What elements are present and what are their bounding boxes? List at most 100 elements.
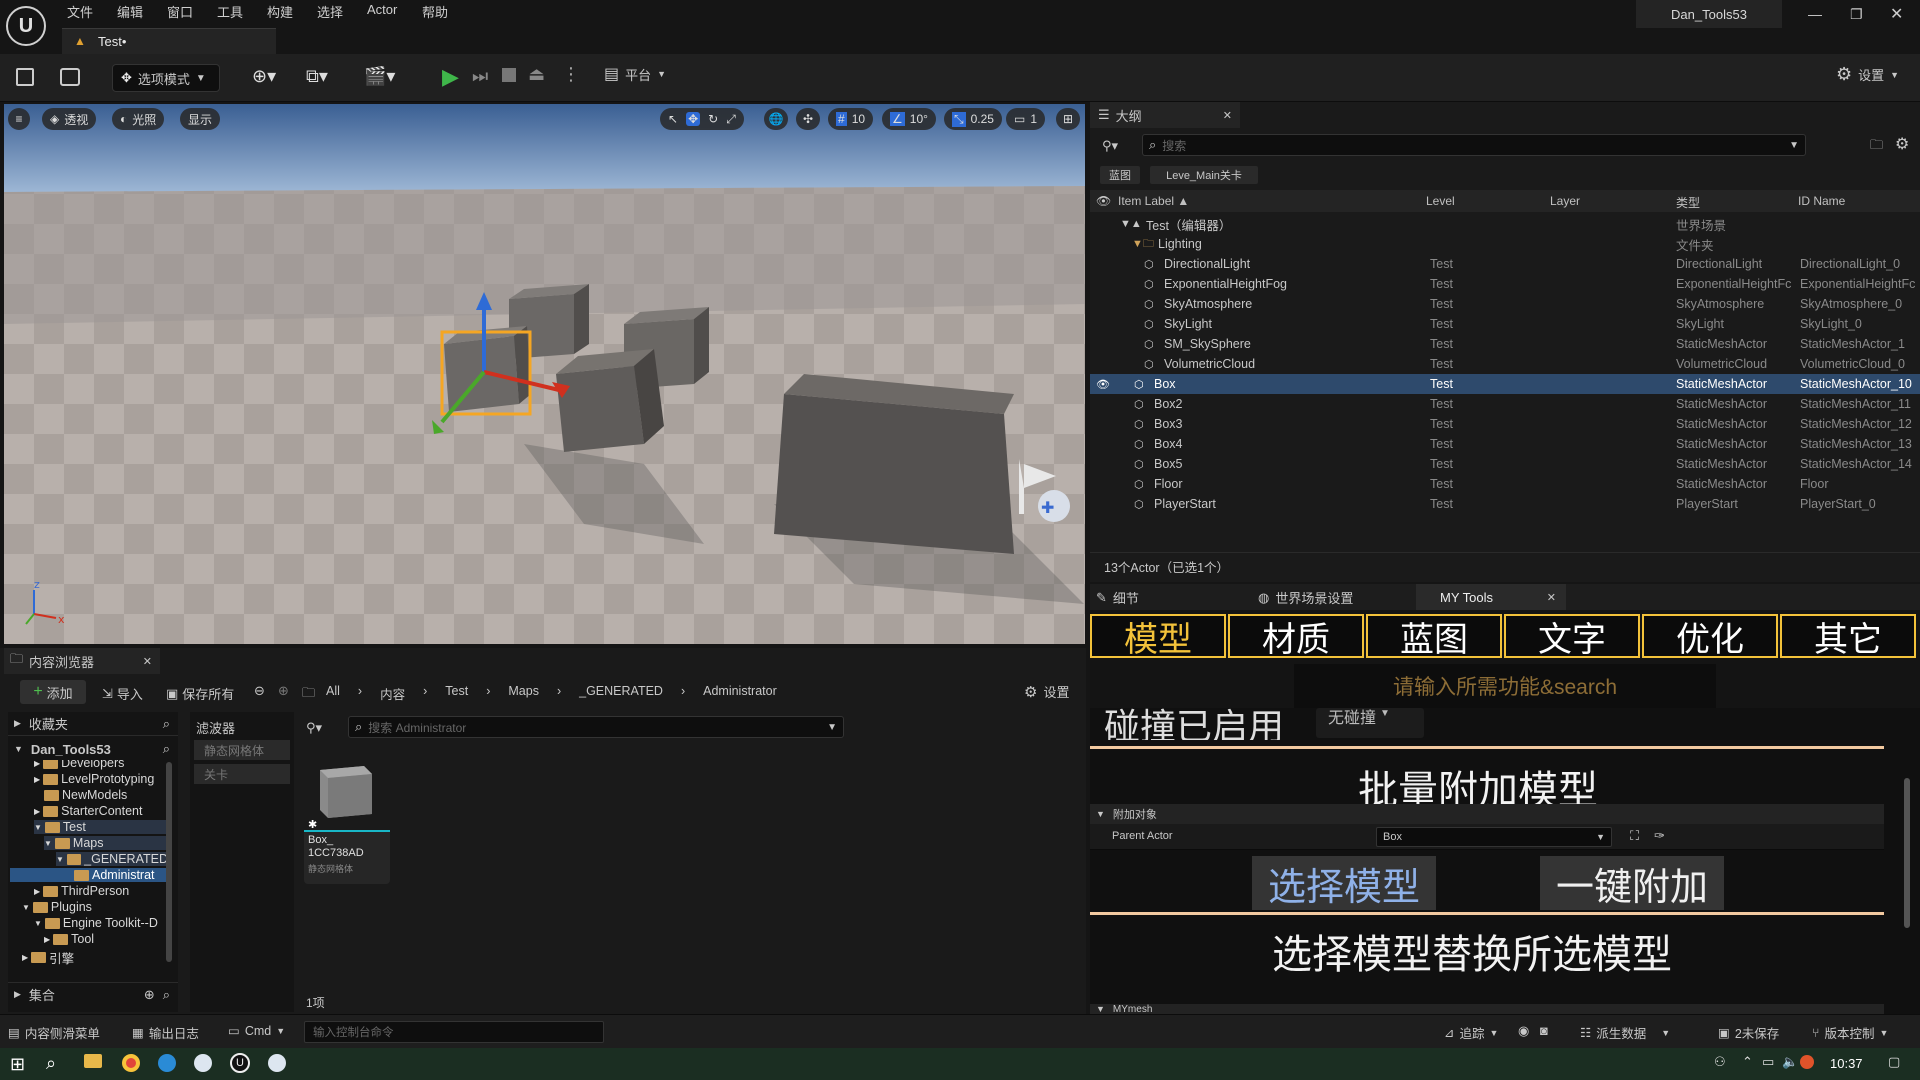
- cinematics-icon[interactable]: 🎬▾: [364, 66, 395, 87]
- search-icon[interactable]: ⌕: [163, 741, 170, 757]
- outliner-row[interactable]: ⬡ Floor Test StaticMeshActor Floor: [1090, 474, 1920, 494]
- version-control-button[interactable]: ⑂ 版本控制 ▼: [1812, 1023, 1888, 1042]
- favorites-header[interactable]: ▶ 收藏夹 ⌕: [8, 712, 178, 736]
- tree-item-levelprototyping[interactable]: ▶ LevelPrototyping: [34, 772, 154, 786]
- more-options-icon[interactable]: ⋮: [562, 64, 580, 85]
- add-actor-icon[interactable]: ⊕▾: [252, 66, 276, 87]
- visibility-icon[interactable]: 👁: [1096, 194, 1111, 208]
- layout-icon[interactable]: ⊞: [1056, 108, 1080, 130]
- select-model-button[interactable]: 选择模型: [1252, 856, 1436, 910]
- tree-item-plugins[interactable]: ▼ Plugins: [22, 900, 92, 914]
- camera-icon[interactable]: ◙: [1540, 1023, 1548, 1038]
- tool-tab-optimize[interactable]: 优化: [1642, 614, 1778, 659]
- collision-dropdown[interactable]: 无碰撞 ▼: [1316, 708, 1424, 738]
- close-icon[interactable]: ✕: [1547, 591, 1556, 604]
- viewport-menu-icon[interactable]: ≡: [8, 108, 30, 130]
- breadcrumb-item[interactable]: All: [326, 684, 340, 703]
- outliner-search[interactable]: ⌕ 搜索 ▼: [1142, 134, 1806, 156]
- console-input[interactable]: 输入控制台命令: [304, 1021, 604, 1043]
- world-space-icon[interactable]: 🌐: [764, 108, 788, 130]
- close-icon[interactable]: ✕: [143, 655, 152, 668]
- outliner-row[interactable]: ⬡ Box5 Test StaticMeshActor StaticMeshActor_…: [1090, 454, 1920, 474]
- menu-select[interactable]: 选择: [317, 2, 343, 21]
- surface-snap-icon[interactable]: ✣: [796, 108, 820, 130]
- app-icon[interactable]: [194, 1054, 212, 1072]
- outliner-search-input[interactable]: 搜索: [1162, 137, 1186, 154]
- restore-icon[interactable]: ❐: [1850, 6, 1863, 23]
- filter-chip-blueprint[interactable]: 蓝图: [1100, 166, 1140, 184]
- tree-item-administrator[interactable]: Administrat: [10, 868, 168, 882]
- outliner-row[interactable]: ⬡ Box2 Test StaticMeshActor StaticMeshActor_…: [1090, 394, 1920, 414]
- asset-tile[interactable]: ✱ Box_ 1CC738AD 静态网格体: [304, 748, 390, 884]
- outliner-row[interactable]: ⬡ SkyAtmosphere Test SkyAtmosphere SkyAtmosp…: [1090, 294, 1920, 314]
- menu-file[interactable]: 文件: [67, 2, 93, 21]
- menu-tools[interactable]: 工具: [217, 2, 243, 21]
- notification-icon[interactable]: ▢: [1888, 1054, 1900, 1070]
- unsaved-button[interactable]: ▣ 2未保存: [1718, 1023, 1779, 1042]
- filter-static-mesh[interactable]: 静态网格体: [194, 740, 290, 760]
- col-id-name[interactable]: ID Name: [1798, 194, 1845, 208]
- tools-scroll-area[interactable]: 碰撞已启用 无碰撞 ▼ 批量附加模型 ▼ 附加对象 Parent Actor B…: [1090, 708, 1920, 1014]
- parent-actor-dropdown[interactable]: Box ▼: [1376, 827, 1612, 847]
- content-browser-tab[interactable]: 🗀 内容浏览器 ✕: [4, 648, 160, 674]
- save-icon[interactable]: [16, 68, 34, 86]
- search-icon[interactable]: ⌕: [163, 987, 170, 1003]
- save-all-button[interactable]: ▣ 保存所有: [166, 684, 234, 703]
- scrollbar[interactable]: [1904, 778, 1910, 928]
- outliner-row[interactable]: ⬡ ExponentialHeightFog Test ExponentialHeig…: [1090, 274, 1920, 294]
- project-root-header[interactable]: ▼ Dan_Tools53 ⌕: [8, 738, 178, 760]
- unreal-logo-icon[interactable]: U: [6, 6, 46, 46]
- tree-item-test[interactable]: ▼ Test: [34, 820, 168, 834]
- scale-snap-button[interactable]: ⤡ 0.25: [944, 108, 1002, 130]
- col-type[interactable]: 类型: [1676, 194, 1700, 211]
- tool-tab-other[interactable]: 其它: [1780, 614, 1916, 659]
- lighting-button[interactable]: ◐ 光照: [112, 108, 165, 130]
- minimize-icon[interactable]: —: [1808, 6, 1822, 22]
- filter-icon[interactable]: ⚲▾: [1102, 138, 1118, 154]
- tool-tab-text[interactable]: 文字: [1504, 614, 1640, 659]
- menu-actor[interactable]: Actor: [367, 2, 397, 17]
- import-button[interactable]: ⇲ 导入: [102, 684, 143, 703]
- menu-build[interactable]: 构建: [267, 2, 293, 21]
- outliner-row[interactable]: ⬡ SM_SkySphere Test StaticMeshActor StaticMe…: [1090, 334, 1920, 354]
- platform-button[interactable]: ▤ 平台 ▼: [604, 64, 666, 84]
- breadcrumb-item[interactable]: Maps: [508, 684, 539, 703]
- search-icon[interactable]: ⌕: [163, 716, 170, 732]
- tree-item-engine-toolkit[interactable]: ▼ Engine Toolkit--D: [34, 916, 158, 930]
- tree-item-startercontent[interactable]: ▶ StarterContent: [34, 804, 142, 818]
- step-icon[interactable]: ⏭: [472, 66, 488, 87]
- filter-chip-level[interactable]: Leve_Main关卡: [1150, 166, 1258, 184]
- blueprint-icon[interactable]: ⧉▾: [306, 66, 328, 87]
- rotation-snap-button[interactable]: ∠ 10°: [882, 108, 936, 130]
- output-log-button[interactable]: ▦ 输出日志: [132, 1023, 199, 1042]
- breadcrumb-item[interactable]: Test: [445, 684, 468, 703]
- eject-icon[interactable]: ⏏: [528, 64, 545, 85]
- tree-item-maps[interactable]: ▼ Maps: [44, 836, 168, 850]
- windows-start-icon[interactable]: ⊞: [10, 1054, 25, 1075]
- cmd-dropdown[interactable]: ▭ Cmd ▼: [228, 1023, 285, 1039]
- col-layer[interactable]: Layer: [1550, 194, 1580, 208]
- chrome-icon[interactable]: [122, 1054, 140, 1072]
- attach-category[interactable]: ▼ 附加对象: [1090, 804, 1884, 824]
- volume-icon[interactable]: 🔈: [1782, 1054, 1798, 1070]
- menu-window[interactable]: 窗口: [167, 2, 193, 21]
- breadcrumb-item[interactable]: Administrator: [703, 684, 777, 703]
- outliner-row[interactable]: ⬡ 👁 Box Test StaticMeshActor StaticMeshActor_…: [1090, 374, 1920, 394]
- tree-item-thirdperson[interactable]: ▶ ThirdPerson: [34, 884, 129, 898]
- app2-icon[interactable]: [268, 1054, 286, 1072]
- derived-data-button[interactable]: ☷ 派生数据 ▼: [1580, 1023, 1670, 1042]
- back-icon[interactable]: ⊖: [254, 683, 265, 699]
- browse-icon[interactable]: [60, 68, 80, 86]
- tree-item-developers[interactable]: ▶ Developers: [34, 760, 124, 770]
- outliner-row[interactable]: ▼🗀 Lighting 文件夹: [1090, 234, 1920, 254]
- scrollbar[interactable]: [166, 762, 172, 962]
- menu-edit[interactable]: 编辑: [117, 2, 143, 21]
- grid-snap-button[interactable]: # 10: [828, 108, 874, 130]
- add-collection-icon[interactable]: ⊕: [144, 987, 155, 1003]
- add-button[interactable]: + 添加: [20, 680, 86, 704]
- close-icon[interactable]: ✕: [1890, 4, 1903, 24]
- outliner-row[interactable]: ⬡ PlayerStart Test PlayerStart PlayerStart_0: [1090, 494, 1920, 514]
- outliner-row[interactable]: ⬡ VolumetricCloud Test VolumetricCloud Volum…: [1090, 354, 1920, 374]
- tab-details[interactable]: ✎ 细节: [1096, 588, 1139, 607]
- asset-search[interactable]: ⌕ 搜索 Administrator ▼: [348, 716, 844, 738]
